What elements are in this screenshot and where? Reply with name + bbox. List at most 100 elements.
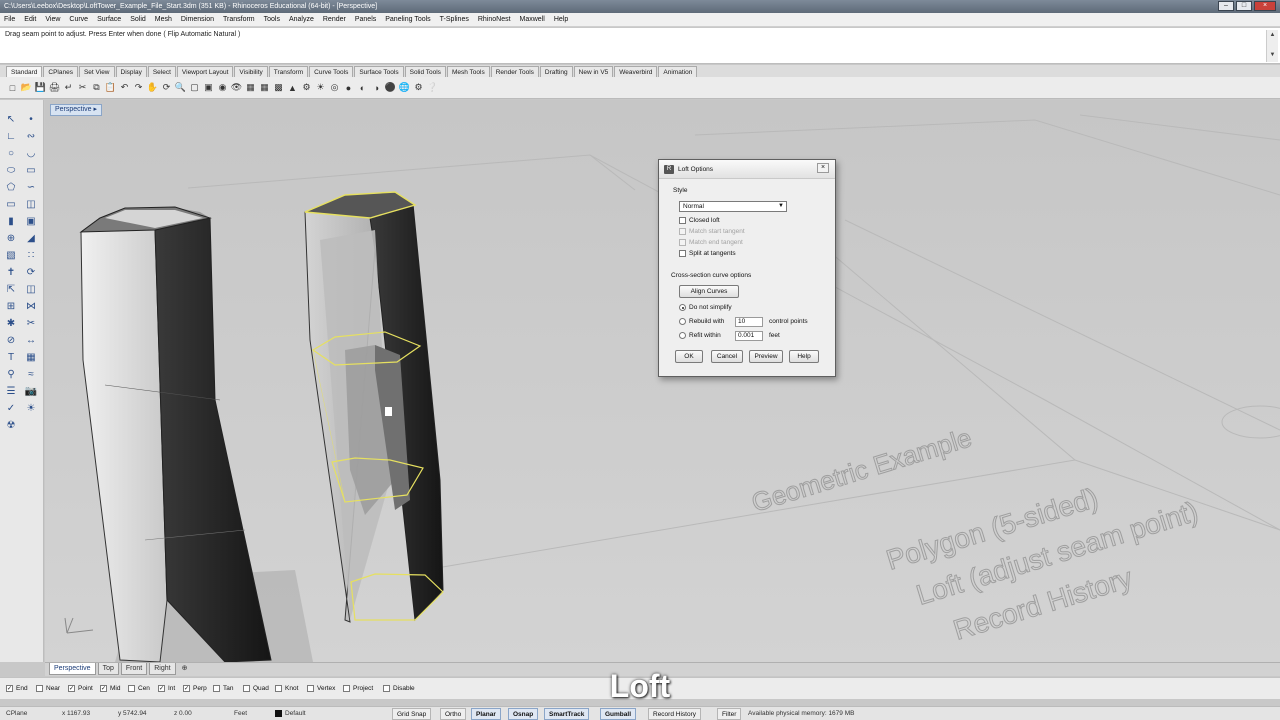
object-snap-icon[interactable]: ◎ [328, 81, 341, 94]
scroll-up-icon[interactable]: ▲ [1267, 30, 1278, 40]
osnap-end-checkbox[interactable]: ✓ End [6, 685, 28, 692]
record-history-toggle[interactable]: Record History [648, 708, 701, 720]
menu-paneling-tools[interactable]: Paneling Tools [385, 16, 430, 23]
ortho-toggle[interactable]: Ortho [440, 708, 467, 720]
menu-mesh[interactable]: Mesh [155, 16, 172, 23]
import-icon[interactable]: ↵ [62, 81, 75, 94]
osnap-mid-checkbox[interactable]: ✓ Mid [100, 685, 120, 692]
menu-tools[interactable]: Tools [264, 16, 280, 23]
viewport-tab-right[interactable]: Right [149, 663, 176, 675]
menu-edit[interactable]: Edit [24, 16, 36, 23]
check-icon[interactable]: ✓ [3, 401, 19, 416]
menu-transform[interactable]: Transform [223, 16, 255, 23]
osnap-int-checkbox[interactable]: ✓ Int [158, 685, 175, 692]
osnap-toggle[interactable]: Osnap [508, 708, 539, 720]
menu-dimension[interactable]: Dimension [181, 16, 214, 23]
osnap-perp-checkbox[interactable]: ✓ Perp [183, 685, 207, 692]
scale-icon[interactable]: ⇱ [3, 282, 19, 297]
gumball-toggle[interactable]: Gumball [600, 708, 637, 720]
spray-icon[interactable]: ☢ [3, 418, 19, 433]
menu-surface[interactable]: Surface [97, 16, 121, 23]
mirror-icon[interactable]: ◫ [23, 282, 39, 297]
open-file-icon[interactable]: 📂 [20, 81, 33, 94]
viewport-tab-top[interactable]: Top [97, 663, 119, 675]
print-icon[interactable]: 🖨 [48, 81, 61, 94]
named-views-icon[interactable]: 👁 [230, 81, 243, 94]
osnap-knot-checkbox[interactable]: Knot [275, 685, 298, 692]
status-cplane[interactable]: CPlane [6, 710, 27, 717]
closed-loft-checkbox[interactable]: Closed loft [679, 217, 720, 224]
hatch-icon[interactable]: ▦ [23, 350, 39, 365]
match-start-tangent-checkbox[interactable]: Match start tangent [679, 228, 745, 235]
menu-solid[interactable]: Solid [130, 16, 146, 23]
join-icon[interactable]: ⋈ [23, 299, 39, 314]
snapshot-icon[interactable]: 📷 [23, 384, 39, 399]
zoom-extents-icon[interactable]: ▣ [202, 81, 215, 94]
toolbar-tab-display[interactable]: Display [115, 66, 147, 77]
render-sidebar-icon[interactable]: ☀ [23, 401, 39, 416]
arc-icon[interactable]: ◡ [23, 146, 39, 161]
do-not-simplify-radio[interactable]: Do not simplify [679, 304, 732, 311]
help-icon[interactable]: ❔ [426, 81, 439, 94]
smarttrack-toggle[interactable]: SmartTrack [544, 708, 590, 720]
toolbar-tab-set-view[interactable]: Set View [78, 66, 115, 77]
zoom-selected-icon[interactable]: ◉ [216, 81, 229, 94]
toolbar-tab-weaverbird[interactable]: Weaverbird [614, 66, 658, 77]
split-at-tangents-checkbox[interactable]: Split at tangents [679, 250, 736, 257]
freeform-icon[interactable]: ∽ [23, 180, 39, 195]
viewport-tab-perspective[interactable]: Perspective [49, 663, 96, 675]
menu-file[interactable]: File [4, 16, 15, 23]
surface-icon[interactable]: ▭ [3, 197, 19, 212]
align-curves-button[interactable]: Align Curves [679, 285, 739, 298]
options-icon[interactable]: ⚙ [412, 81, 425, 94]
viewport-tab-front[interactable]: Front [120, 663, 148, 675]
toolbar-tab-render-tools[interactable]: Render Tools [490, 66, 539, 77]
osnap-tan-checkbox[interactable]: Tan [213, 685, 233, 692]
grid-snap-toggle[interactable]: Grid Snap [392, 708, 432, 720]
menu-analyze[interactable]: Analyze [289, 16, 314, 23]
menu-view[interactable]: View [45, 16, 60, 23]
toolbar-tab-visibility[interactable]: Visibility [234, 66, 268, 77]
cancel-button[interactable]: Cancel [711, 350, 743, 363]
scroll-down-icon[interactable]: ▼ [1267, 50, 1278, 60]
osnap-point-checkbox[interactable]: ✓ Point [68, 685, 93, 692]
layer-icon[interactable]: ▲ [286, 81, 299, 94]
pan-icon[interactable]: ✋ [146, 81, 159, 94]
help-button[interactable]: Help [789, 350, 819, 363]
toolbar-tab-viewport-layout[interactable]: Viewport Layout [176, 66, 234, 77]
properties-icon[interactable]: ⚙ [300, 81, 313, 94]
mesh-icon[interactable]: ▧ [3, 248, 19, 263]
fillet-icon[interactable]: ◢ [23, 231, 39, 246]
curvature-icon[interactable]: ≈ [23, 367, 39, 382]
menu-t-splines[interactable]: T-Splines [440, 16, 469, 23]
select-icon[interactable]: ↖ [3, 112, 19, 127]
viewport-menu-arrow-icon[interactable]: ▸ [94, 106, 98, 113]
trim-icon[interactable]: ✂ [23, 316, 39, 331]
rotate-view-icon[interactable]: ⟳ [160, 81, 173, 94]
undo-icon[interactable]: ↶ [118, 81, 131, 94]
save-icon[interactable]: 💾 [34, 81, 47, 94]
menu-curve[interactable]: Curve [69, 16, 88, 23]
refit-tolerance-field[interactable]: 0.001 [735, 331, 763, 341]
match-end-tangent-checkbox[interactable]: Match end tangent [679, 239, 743, 246]
toolbar-tab-drafting[interactable]: Drafting [539, 66, 573, 77]
material-icon[interactable]: ◐ [356, 81, 369, 94]
move-icon[interactable]: ✝ [3, 265, 19, 280]
preview-button[interactable]: Preview [749, 350, 783, 363]
minimize-icon[interactable]: – [1218, 1, 1234, 11]
dialog-titlebar[interactable]: R Loft Options × [659, 160, 835, 179]
shade-icon[interactable]: ◑ [370, 81, 383, 94]
cut-icon[interactable]: ✂ [76, 81, 89, 94]
toolbar-tab-animation[interactable]: Animation [658, 66, 698, 77]
command-input[interactable] [5, 42, 1260, 60]
environment-icon[interactable]: 🌐 [398, 81, 411, 94]
rendered-sphere-icon[interactable]: ⚫ [384, 81, 397, 94]
menu-help[interactable]: Help [554, 16, 568, 23]
new-file-icon[interactable]: □ [6, 81, 19, 94]
refit-within-radio[interactable]: Refit within [679, 332, 721, 339]
extrude-icon[interactable]: ▮ [3, 214, 19, 229]
filter-button[interactable]: Filter [717, 708, 742, 720]
rebuild-with-radio[interactable]: Rebuild with [679, 318, 724, 325]
text-icon[interactable]: T [3, 350, 19, 365]
viewport-layout-icon[interactable]: ▦ [244, 81, 257, 94]
